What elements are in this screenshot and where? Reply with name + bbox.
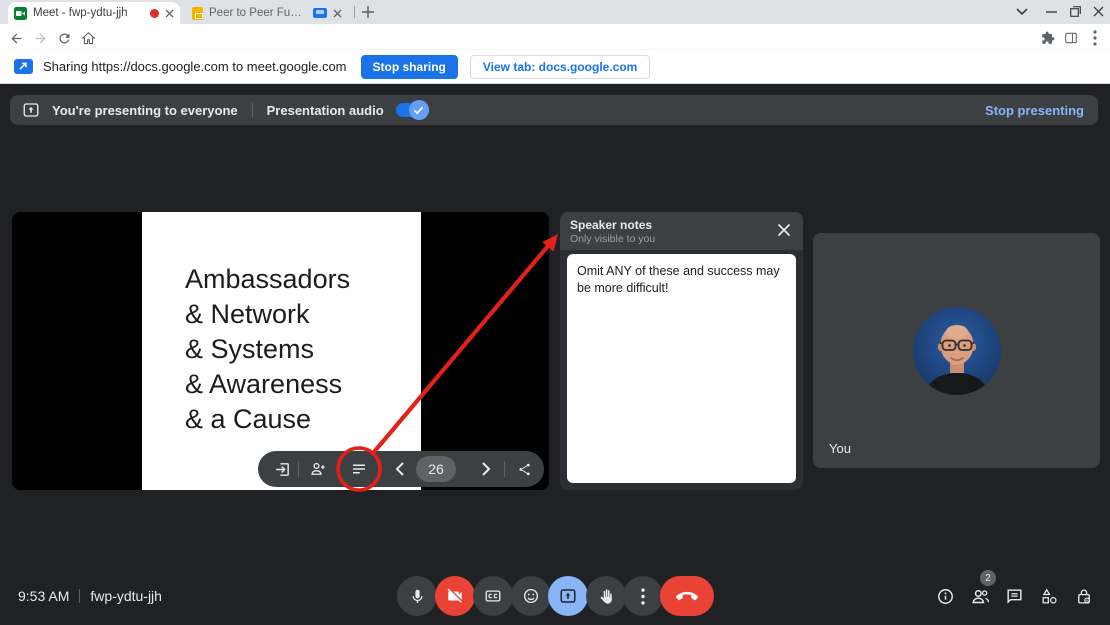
forward-icon[interactable]: [29, 27, 51, 49]
more-options-button[interactable]: [623, 576, 663, 616]
tab-sharing-bar: Sharing https://docs.google.com to meet.…: [0, 50, 1110, 84]
clock-time: 9:53 AM: [18, 588, 69, 604]
people-button[interactable]: [968, 584, 992, 608]
presentation-audio-label: Presentation audio: [267, 103, 384, 118]
presentation-toolbar: 26: [258, 451, 544, 487]
back-icon[interactable]: [5, 27, 27, 49]
toolbar-divider: [298, 461, 299, 477]
meeting-info-left: 9:53 AM fwp-ydtu-jjh: [18, 588, 162, 604]
add-person-icon[interactable]: [308, 459, 328, 479]
speaker-notes-panel: Speaker notes Only visible to you Omit A…: [560, 212, 803, 490]
captions-button[interactable]: [473, 576, 513, 616]
banner-divider: [252, 103, 253, 117]
shared-slide-view: Ambassadors & Network & Systems & Awaren…: [12, 212, 549, 490]
share-slideshow-icon[interactable]: [516, 459, 532, 479]
slide-number-box[interactable]: 26: [416, 456, 456, 482]
stop-sharing-button[interactable]: Stop sharing: [361, 55, 458, 79]
speaker-notes-body: Omit ANY of these and success may be mor…: [567, 254, 796, 483]
window-restore-button[interactable]: [1070, 6, 1081, 17]
microphone-button[interactable]: [397, 576, 437, 616]
tab-capture-indicator-icon: [313, 8, 327, 18]
avatar: [913, 307, 1001, 395]
slide-text: Ambassadors & Network & Systems & Awaren…: [185, 262, 350, 437]
reactions-button[interactable]: [511, 576, 551, 616]
sharing-message: Sharing https://docs.google.com to meet.…: [43, 59, 347, 74]
side-panel-icon[interactable]: [1060, 27, 1082, 49]
present-now-button[interactable]: [548, 576, 588, 616]
present-box-icon: [22, 101, 40, 119]
slide-line: & Awareness: [185, 367, 350, 402]
new-tab-button[interactable]: [360, 4, 376, 20]
tab-meet-title: Meet - fwp-ydtu-jjh: [33, 7, 144, 19]
slide-line: Ambassadors: [185, 262, 350, 297]
meeting-details-button[interactable]: [933, 584, 957, 608]
speaker-notes-title: Speaker notes: [570, 218, 793, 232]
stop-presenting-link[interactable]: Stop presenting: [985, 103, 1084, 118]
previous-slide-icon[interactable]: [392, 459, 408, 479]
meeting-code: fwp-ydtu-jjh: [90, 588, 162, 604]
home-icon[interactable]: [77, 27, 99, 49]
tab-slides[interactable]: Peer to Peer Fundraising - G: [186, 2, 348, 24]
tab-recording-indicator-icon: [150, 9, 159, 18]
browser-toolbar: meet.google.com/fwp-ydtu-jjh: [0, 24, 1110, 50]
speaker-notes-icon[interactable]: [349, 459, 369, 479]
meet-favicon-icon: [14, 7, 27, 20]
camera-off-button[interactable]: [435, 576, 475, 616]
tab-meet[interactable]: Meet - fwp-ydtu-jjh: [8, 2, 180, 24]
speaker-notes-subtitle: Only visible to you: [570, 233, 793, 245]
toggle-check-icon: [409, 100, 429, 120]
raise-hand-button[interactable]: [586, 576, 626, 616]
close-notes-icon[interactable]: [777, 223, 791, 237]
self-video-tile[interactable]: You: [813, 233, 1100, 468]
window-minimize-button[interactable]: [1046, 11, 1057, 13]
window-close-button[interactable]: [1093, 6, 1104, 17]
speaker-notes-header: Speaker notes Only visible to you: [560, 212, 803, 250]
toolbar-divider: [504, 461, 505, 477]
next-slide-icon[interactable]: [478, 459, 494, 479]
end-call-button[interactable]: [660, 576, 714, 616]
chat-button[interactable]: [1002, 584, 1026, 608]
people-count-badge: 2: [980, 570, 996, 586]
tab-slides-title: Peer to Peer Fundraising - G: [209, 7, 307, 19]
host-controls-button[interactable]: [1072, 584, 1096, 608]
slide-line: & Systems: [185, 332, 350, 367]
screen-share-icon: [14, 59, 33, 74]
browser-menu-kebab-icon[interactable]: [1084, 27, 1106, 49]
exit-slideshow-icon[interactable]: [272, 459, 292, 479]
activities-button[interactable]: [1037, 584, 1061, 608]
presentation-audio-toggle[interactable]: [396, 103, 426, 117]
view-tab-button[interactable]: View tab: docs.google.com: [470, 55, 650, 79]
tab-slides-close-icon[interactable]: [333, 9, 342, 18]
participant-name-label: You: [829, 441, 851, 456]
tab-meet-close-icon[interactable]: [165, 9, 174, 18]
reload-icon[interactable]: [53, 27, 75, 49]
slide-line: & a Cause: [185, 402, 350, 437]
bottom-divider: [79, 589, 80, 603]
extensions-puzzle-icon[interactable]: [1037, 27, 1059, 49]
presenting-banner: You're presenting to everyone Presentati…: [10, 95, 1098, 125]
slides-favicon-icon: [192, 7, 203, 20]
tab-search-chevron-icon[interactable]: [1016, 8, 1028, 16]
slide-line: & Network: [185, 297, 350, 332]
browser-tab-strip: Meet - fwp-ydtu-jjh Peer to Peer Fundrai…: [0, 0, 1110, 24]
presenting-status-text: You're presenting to everyone: [52, 103, 238, 118]
slide-canvas: Ambassadors & Network & Systems & Awaren…: [142, 212, 421, 490]
tab-separator: [354, 6, 355, 18]
